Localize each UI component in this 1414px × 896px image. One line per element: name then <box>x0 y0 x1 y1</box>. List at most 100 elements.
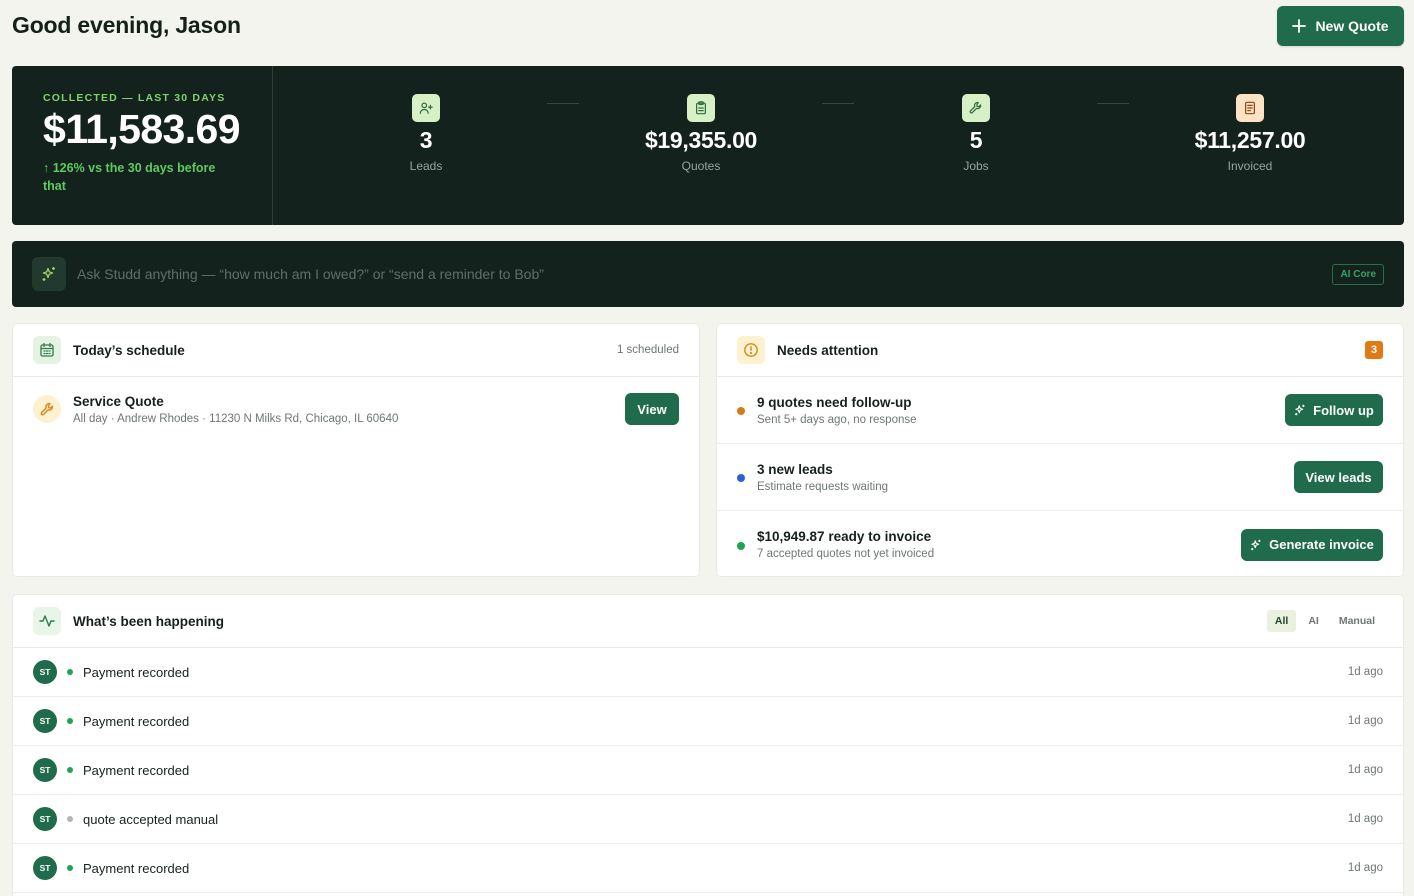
attention-item-text: 3 new leads Estimate requests waiting <box>757 462 1294 493</box>
status-dot <box>67 767 73 773</box>
activity-text: quote accepted manual <box>83 811 219 827</box>
avatar: ST <box>33 807 57 831</box>
avatar: ST <box>33 856 57 880</box>
activity-time: 1d ago <box>1347 813 1383 825</box>
schedule-title: Today’s schedule <box>73 342 185 358</box>
activity-text: Payment recorded <box>83 860 190 876</box>
follow-up-label: Follow up <box>1313 402 1374 418</box>
activity-time: 1d ago <box>1347 862 1383 874</box>
activity-row[interactable]: ST Payment recorded 1d ago <box>13 844 1403 893</box>
metric-leads[interactable]: 3 Leads <box>326 94 526 173</box>
avatar: ST <box>33 709 57 733</box>
metric-value: $19,355.00 <box>644 127 758 153</box>
activity-card: What’s been happening All AI Manual ST P… <box>13 595 1403 896</box>
page-title: Good evening, Jason <box>12 12 241 38</box>
stats-panel: COLLECTED — LAST 30 DAYS $11,583.69 ↑ 12… <box>12 66 1404 225</box>
attention-item-text: $10,949.87 ready to invoice 7 accepted q… <box>757 529 1241 560</box>
sparkles-icon <box>1295 404 1305 416</box>
activity-text: Payment recorded <box>83 713 190 729</box>
generate-invoice-label: Generate invoice <box>1269 537 1374 552</box>
sparkles-icon <box>1251 539 1261 550</box>
attention-card-header: Needs attention 3 <box>717 324 1403 377</box>
collected-amount: $11,583.69 <box>43 106 241 152</box>
attention-item-title: 9 quotes need follow-up <box>757 394 912 410</box>
attention-item-text: 9 quotes need follow-up Sent 5+ days ago… <box>757 395 1285 426</box>
collected-delta: ↑ 126% vs the 30 days before that <box>43 161 216 193</box>
activity-row[interactable]: ST Payment recorded 1d ago <box>13 746 1403 795</box>
status-dot <box>67 718 73 724</box>
pipeline-metrics: 3 Leads $19,355.00 Quotes 5 Jobs $11,257… <box>273 66 1404 225</box>
attention-item-new-leads: 3 new leads Estimate requests waiting Vi… <box>717 444 1403 511</box>
attention-item-invoice: $10,949.87 ready to invoice 7 accepted q… <box>717 511 1403 578</box>
metric-label: Invoiced <box>1227 159 1273 173</box>
clipboard-icon <box>687 94 715 122</box>
metric-label: Leads <box>409 159 443 173</box>
collected-summary: COLLECTED — LAST 30 DAYS $11,583.69 ↑ 12… <box>12 66 273 225</box>
wrench-icon <box>33 395 61 423</box>
metric-invoiced[interactable]: $11,257.00 Invoiced <box>1150 94 1350 173</box>
schedule-item-title: Service Quote <box>73 393 164 409</box>
metric-label: Quotes <box>681 159 721 173</box>
avatar: ST <box>33 758 57 782</box>
activity-time: 1d ago <box>1347 715 1383 727</box>
attention-item-title: 3 new leads <box>757 461 833 477</box>
metric-label: Jobs <box>963 159 989 173</box>
user-plus-icon <box>412 94 440 122</box>
attention-item-title: $10,949.87 ready to invoice <box>757 529 932 544</box>
schedule-item-subtitle: All day · Andrew Rhodes · 11230 N Milks … <box>73 412 399 425</box>
metric-connector <box>1097 103 1129 104</box>
activity-filters: All AI Manual <box>1266 610 1383 632</box>
filter-ai[interactable]: AI <box>1300 610 1327 632</box>
view-leads-button[interactable]: View leads <box>1294 461 1383 493</box>
attention-item-subtitle: Estimate requests waiting <box>757 480 889 493</box>
status-dot <box>67 816 73 822</box>
attention-item-follow-up: 9 quotes need follow-up Sent 5+ days ago… <box>717 377 1403 444</box>
metric-jobs[interactable]: 5 Jobs <box>876 94 1076 173</box>
calendar-icon <box>33 336 61 364</box>
activity-time: 1d ago <box>1347 666 1383 678</box>
schedule-card-header: Today’s schedule 1 scheduled <box>13 324 699 377</box>
new-quote-button[interactable]: New Quote <box>1277 6 1404 46</box>
activity-row[interactable]: ST Payment recorded 1d ago <box>13 648 1403 697</box>
ai-assistant-bar: AI Core <box>12 241 1404 307</box>
activity-title: What’s been happening <box>73 613 225 629</box>
status-dot <box>67 669 73 675</box>
schedule-item[interactable]: Service Quote All day · Andrew Rhodes · … <box>13 377 699 425</box>
wrench-icon <box>962 94 990 122</box>
attention-item-subtitle: 7 accepted quotes not yet invoiced <box>757 548 935 560</box>
schedule-count: 1 scheduled <box>616 344 679 356</box>
sparkles-icon <box>32 257 66 291</box>
metric-value: $11,257.00 <box>1194 127 1306 153</box>
status-dot <box>737 474 745 482</box>
activity-row[interactable]: ST quote accepted manual 1d ago <box>13 795 1403 844</box>
attention-title: Needs attention <box>777 342 879 358</box>
follow-up-button[interactable]: Follow up <box>1285 394 1383 426</box>
attention-item-subtitle: Sent 5+ days ago, no response <box>757 413 917 426</box>
plus-icon <box>1292 19 1307 33</box>
metric-value: 5 <box>969 127 983 153</box>
activity-text: Payment recorded <box>83 664 190 680</box>
activity-card-header: What’s been happening All AI Manual <box>13 595 1403 648</box>
status-dot <box>737 407 745 415</box>
metric-connector <box>822 103 854 104</box>
metric-value: 3 <box>419 127 433 153</box>
attention-card: Needs attention 3 9 quotes need follow-u… <box>717 324 1403 576</box>
activity-time: 1d ago <box>1347 764 1383 776</box>
schedule-card: Today’s schedule 1 scheduled Service Quo… <box>13 324 699 576</box>
view-button[interactable]: View <box>625 393 679 425</box>
status-dot <box>737 541 745 550</box>
ai-core-badge: AI Core <box>1332 263 1384 285</box>
alert-circle-icon <box>737 336 765 364</box>
status-dot <box>67 865 73 871</box>
metric-quotes[interactable]: $19,355.00 Quotes <box>601 94 801 173</box>
ai-ask-input[interactable] <box>77 266 1333 282</box>
generate-invoice-button[interactable]: Generate invoice <box>1241 528 1383 561</box>
filter-all[interactable]: All <box>1266 610 1297 632</box>
document-icon <box>1236 94 1264 122</box>
new-quote-label: New Quote <box>1315 18 1389 34</box>
filter-manual[interactable]: Manual <box>1331 610 1383 632</box>
activity-text: Payment recorded <box>83 762 190 778</box>
avatar: ST <box>33 660 57 684</box>
activity-row[interactable]: ST Payment recorded 1d ago <box>13 697 1403 746</box>
schedule-item-text: Service Quote All day · Andrew Rhodes · … <box>73 394 625 425</box>
